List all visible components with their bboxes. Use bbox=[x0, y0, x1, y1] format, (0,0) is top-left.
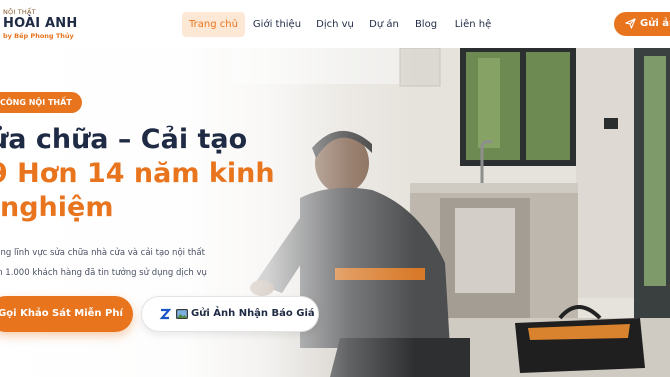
nav-item-trang-chu[interactable]: Trang chủ bbox=[182, 12, 245, 37]
send-photo-quote-button[interactable]: Gửi Ảnh Nhận Báo Giá bbox=[141, 296, 319, 332]
nav-item-du-an[interactable]: Dự án bbox=[366, 12, 402, 37]
nav-item-blog[interactable]: Blog bbox=[410, 12, 442, 37]
logo-subtitle: by Bếp Phong Thủy bbox=[3, 32, 74, 40]
hero-section: CÔNG NỘI THẤT ửa chữa – Cải tạo 9 Hơn 14… bbox=[0, 48, 670, 377]
hero-description-line-2: ơn 1.000 khách hàng đã tin tưởng sử dụng… bbox=[0, 268, 207, 278]
logo-tagline: NỘI THẤT bbox=[3, 8, 36, 16]
site-header: NỘI THẤT HOÀI ANH by Bếp Phong Thủy Tran… bbox=[0, 0, 670, 48]
nav-item-gioi-thieu[interactable]: Giới thiệu bbox=[250, 12, 304, 37]
send-photo-header-button[interactable]: Gửi ảnh bbox=[614, 12, 670, 36]
nav-item-lien-he[interactable]: Liên hệ bbox=[450, 12, 496, 37]
hero-headline-line-2: 9 Hơn 14 năm kinh bbox=[0, 158, 275, 189]
zalo-icon bbox=[159, 308, 171, 320]
free-survey-call-button[interactable]: Gọi Khảo Sát Miễn Phí bbox=[0, 296, 133, 332]
send-photo-quote-label: Gửi Ảnh Nhận Báo Giá bbox=[191, 308, 315, 319]
hero-headline: ửa chữa – Cải tạo 9 Hơn 14 năm kinh nghi… bbox=[0, 123, 289, 225]
hero-description-line-1: rong lĩnh vực sửa chữa nhà cửa và cải tạ… bbox=[0, 248, 205, 258]
hero-badge: CÔNG NỘI THẤT bbox=[0, 92, 82, 113]
hero-headline-line-3: nghiệm bbox=[0, 192, 114, 223]
logo-name: HOÀI ANH bbox=[3, 16, 78, 31]
photo-icon bbox=[176, 309, 188, 319]
hero-headline-line-1: ửa chữa – Cải tạo bbox=[0, 124, 248, 155]
site-logo[interactable]: NỘI THẤT HOÀI ANH by Bếp Phong Thủy bbox=[3, 8, 83, 42]
send-icon bbox=[625, 18, 636, 29]
nav-item-dich-vu[interactable]: Dịch vụ bbox=[312, 12, 358, 37]
send-photo-header-label: Gửi ảnh bbox=[640, 18, 670, 29]
